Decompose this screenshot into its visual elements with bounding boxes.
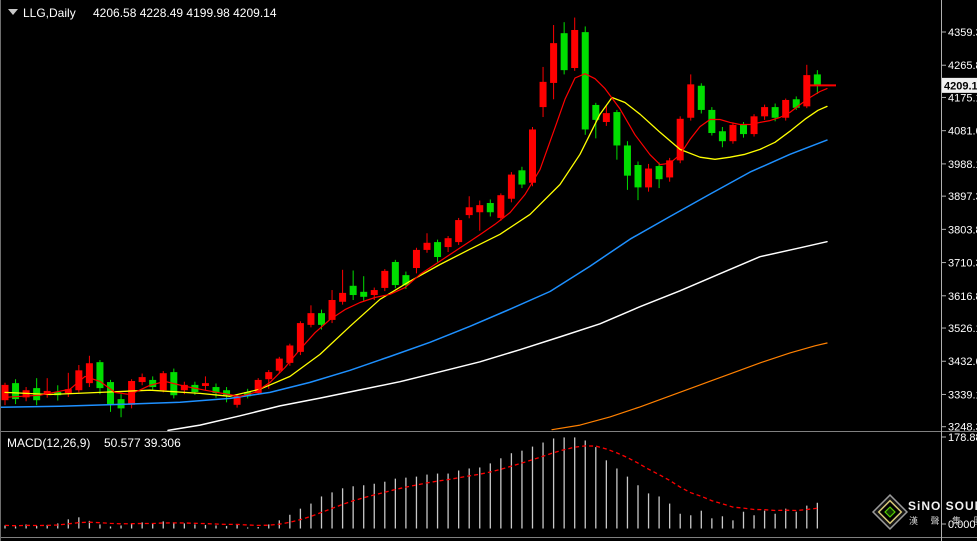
candle-body: [381, 270, 389, 288]
price-tick-label: 3616.85: [948, 291, 977, 303]
candle-body: [349, 285, 357, 296]
candle-body: [85, 363, 93, 384]
price-axis[interactable]: 4359.35 4265.85 4175.10 4081.60 3988.10 3897.…: [941, 0, 977, 541]
candle-body: [318, 313, 325, 325]
candle-body: [391, 261, 399, 286]
candle-body: [254, 379, 262, 394]
candle-body: [455, 220, 463, 243]
candle-body: [497, 195, 505, 218]
sino-sound-logo: SiNO SOUND 漢 聲 集 團: [871, 493, 977, 531]
candle-body: [539, 81, 547, 108]
chart-canvas: 4359.35 4265.85 4175.10 4081.60 3988.10 3897.…: [0, 0, 977, 541]
macd-indicator-label: MACD(12,26,9): [7, 436, 90, 450]
candle-body: [623, 145, 631, 176]
price-tick-label: 3526.10: [948, 323, 977, 335]
price-tick-label: 4359.35: [948, 27, 977, 39]
macd-signal-line: [4, 445, 818, 527]
candle-body: [370, 290, 378, 296]
candle-body: [286, 345, 294, 363]
candle-body: [634, 164, 642, 188]
candle-body: [465, 207, 473, 216]
ma-blue-line: [0, 139, 828, 409]
candle-body: [265, 372, 273, 380]
ma-orange-line: [551, 342, 828, 431]
candle-body: [529, 129, 536, 183]
macd-values-label: 50.577 39.306: [104, 436, 181, 450]
chevron-down-icon[interactable]: [8, 9, 18, 15]
price-tick-label: 3988.10: [948, 159, 977, 171]
price-tick-label: 3710.35: [948, 258, 977, 270]
candle-body: [687, 84, 695, 118]
candle-body: [138, 377, 146, 383]
candle-body: [518, 170, 526, 185]
price-tick-label: 3897.35: [948, 191, 977, 203]
price-tick-label: 3339.10: [948, 389, 977, 401]
ma-yellow-line: [4, 96, 828, 397]
candle-body: [771, 107, 779, 118]
candle-body: [729, 124, 737, 142]
mt4-chart-window: 4359.35 4265.85 4175.10 4081.60 3988.10 3897.…: [0, 0, 977, 541]
price-tick-label: 3432.60: [948, 356, 977, 368]
macd-tick-label: 178.886: [948, 432, 977, 444]
candle-body: [813, 74, 821, 86]
candle-body: [645, 168, 653, 188]
candle-body: [201, 383, 209, 386]
candle-body: [602, 113, 610, 123]
candle-body: [655, 166, 663, 180]
candle-body: [750, 116, 758, 135]
candle-body: [423, 242, 431, 250]
candle-body: [560, 33, 568, 71]
candle-body: [434, 242, 442, 258]
candle-body: [697, 85, 705, 110]
candle-body: [476, 205, 484, 213]
main-price-pane[interactable]: [0, 17, 836, 431]
ohlc-values-label: 4206.58 4228.49 4199.98 4209.14: [93, 6, 277, 20]
candle-body: [360, 291, 368, 297]
symbol-timeframe-label: LLG,Daily: [23, 6, 76, 20]
macd-pane[interactable]: [4, 437, 818, 529]
candle-body: [718, 131, 726, 142]
candle-body: [571, 29, 579, 69]
logo-text-cn: 漢 聲 集 團: [909, 515, 977, 526]
candle-body: [613, 112, 621, 146]
price-tick-label: 4265.85: [948, 60, 977, 72]
candle-body: [708, 109, 716, 134]
candle-body: [550, 43, 558, 83]
candle-body: [107, 382, 114, 405]
candle-body: [507, 174, 515, 199]
candle-body: [740, 124, 747, 135]
candle-body: [486, 203, 494, 213]
candle-body: [792, 99, 800, 108]
candle-body: [339, 292, 347, 302]
candle-body: [296, 323, 304, 352]
logo-text-en: SiNO SOUND: [908, 499, 977, 513]
price-tick-label: 4175.10: [948, 92, 977, 104]
candle-body: [581, 32, 589, 130]
candle-body: [96, 362, 104, 389]
last-price-badge-text: 4209.14: [944, 80, 977, 92]
price-tick-label: 3803.85: [948, 224, 977, 236]
ma-white-line: [167, 240, 828, 431]
candle-body: [761, 107, 769, 117]
diamond-logo-icon: [871, 493, 909, 531]
candle-body: [444, 238, 452, 248]
candle-body: [307, 313, 315, 325]
candle-body: [275, 358, 283, 371]
candle-body: [412, 249, 420, 269]
ma-red-line: [4, 73, 828, 398]
price-tick-label: 4081.60: [948, 126, 977, 138]
